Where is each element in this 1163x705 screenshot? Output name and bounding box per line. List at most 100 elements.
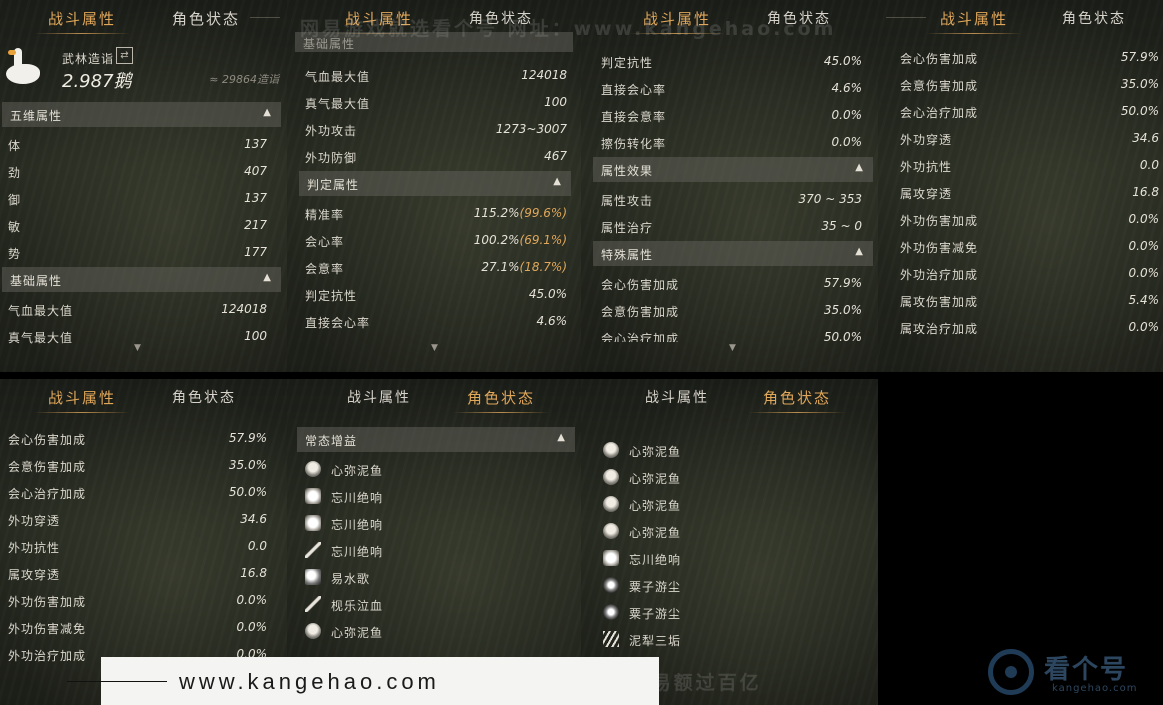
stat-label: 外功抗性 xyxy=(900,160,953,174)
section-normal-buffs[interactable]: 常态增益 ▲ xyxy=(297,427,575,452)
collapse-caret-icon[interactable]: ▲ xyxy=(263,272,271,283)
stat-label: 外功穿透 xyxy=(900,133,953,147)
site-url[interactable]: www.kangehao.com xyxy=(179,669,440,695)
stat-value: 0.0% xyxy=(1128,239,1160,253)
stat-label: 会心伤害加成 xyxy=(900,52,979,66)
tab-character-status[interactable]: 角色状态 xyxy=(172,8,240,29)
stat-row: 精准率 115.2%(99.6%) xyxy=(287,200,581,227)
stat-row: 会心伤害加成 57.9% xyxy=(0,425,287,452)
stat-label: 会意伤害加成 xyxy=(900,79,979,93)
stat-value: 57.9% xyxy=(1120,50,1159,64)
stat-value: 100 xyxy=(244,329,267,343)
section-attribute-effects[interactable]: 属性效果 ▲ xyxy=(593,157,873,182)
stat-label: 属攻治疗加成 xyxy=(900,322,979,336)
stat-row: 外功治疗加成 0.0% xyxy=(878,260,1163,287)
stat-row: 外功抗性 0.0 xyxy=(878,152,1163,179)
tab-combat-attributes[interactable]: 战斗属性 xyxy=(33,8,131,34)
eye-logo-icon xyxy=(988,649,1034,695)
tab-combat-attributes[interactable]: 战斗属性 xyxy=(347,387,411,407)
stat-value: 0.0 xyxy=(247,539,267,553)
stat-value: 124018 xyxy=(521,68,567,82)
tab-combat-attributes[interactable]: 战斗属性 xyxy=(645,387,709,407)
stat-value: 4.6% xyxy=(536,314,568,328)
stat-value: 0.0% xyxy=(831,135,863,149)
scroll-down-icon[interactable]: ▼ xyxy=(134,343,141,353)
stat-value-effective: (18.7%) xyxy=(519,260,567,274)
stat-row: 直接会心率 4.6% xyxy=(287,308,581,335)
stat-value-effective: (69.1%) xyxy=(519,233,567,247)
section-five-dimensions[interactable]: 五维属性 ▲ xyxy=(2,102,281,127)
switch-icon[interactable]: ⇄ xyxy=(116,47,133,64)
section-base-attributes[interactable]: 基础属性 ▲ xyxy=(2,267,281,292)
stat-label: 外功治疗加成 xyxy=(900,268,979,282)
stat-row: 势 177 xyxy=(0,239,287,266)
stats-panel-3: 战斗属性 角色状态 判定抗性 45.0% 直接会心率 4.6% 直接会意率 0.0% … xyxy=(581,0,878,372)
stat-label: 外功伤害减免 xyxy=(900,241,979,255)
stat-label: 属攻穿透 xyxy=(8,568,61,582)
tab-combat-attributes[interactable]: 战斗属性 xyxy=(33,387,131,413)
tab-character-status[interactable]: 角色状态 xyxy=(1062,8,1126,28)
collapse-caret-icon[interactable]: ▲ xyxy=(557,432,565,443)
collapse-caret-icon[interactable]: ▲ xyxy=(855,162,863,173)
collapse-caret-icon[interactable]: ▲ xyxy=(263,107,271,118)
section-title: 判定属性 xyxy=(307,178,360,192)
stat-row: 气血最大值 124018 xyxy=(0,296,287,323)
collapse-caret-icon[interactable]: ▲ xyxy=(553,176,561,187)
stat-label: 会意伤害加成 xyxy=(601,305,680,319)
eye-icon xyxy=(603,604,619,620)
stat-value: 0.0% xyxy=(1128,266,1160,280)
tab-character-status[interactable]: 角色状态 xyxy=(452,387,550,413)
tab-character-status[interactable]: 角色状态 xyxy=(748,387,846,413)
tab-divider xyxy=(886,17,926,18)
stat-label: 会心治疗加成 xyxy=(601,332,680,342)
buff-name: 粟子游尘 xyxy=(629,580,682,594)
stat-value: 137 xyxy=(244,191,267,205)
buff-name: 心弥泥鱼 xyxy=(629,499,682,513)
stat-label: 真气最大值 xyxy=(305,97,371,111)
stat-row: 直接会心率 4.6% xyxy=(581,75,878,102)
stat-label: 会心伤害加成 xyxy=(8,433,87,447)
stat-value: 50.0% xyxy=(1120,104,1159,118)
stat-value: 124018 xyxy=(221,302,267,316)
eye-icon xyxy=(603,577,619,593)
stat-row: 外功攻击 1273~3007 xyxy=(287,116,581,143)
stat-value: 467 xyxy=(544,149,567,163)
stat-value: 34.6 xyxy=(1132,131,1159,145)
stat-label: 会心治疗加成 xyxy=(900,106,979,120)
buff-name: 心弥泥鱼 xyxy=(629,526,682,540)
stat-row: 会意伤害加成 35.0% xyxy=(0,452,287,479)
stat-value: 34.6 xyxy=(240,512,267,526)
stat-value: 100 xyxy=(544,95,567,109)
stat-label: 外功攻击 xyxy=(305,124,358,138)
stat-label: 体 xyxy=(8,139,22,153)
tab-combat-attributes[interactable]: 战斗属性 xyxy=(925,8,1023,34)
stat-row: 会意伤害加成 35.0% xyxy=(878,71,1163,98)
stat-label: 会心率 xyxy=(305,235,345,249)
stat-label: 精准率 xyxy=(305,208,345,222)
skull-icon xyxy=(603,469,619,485)
tab-bar: 战斗属性 角色状态 xyxy=(0,0,287,38)
section-judgement-attributes[interactable]: 判定属性 ▲ xyxy=(299,171,571,196)
stat-label: 气血最大值 xyxy=(305,70,371,84)
collapse-caret-icon[interactable]: ▲ xyxy=(855,246,863,257)
stat-row: 属攻穿透 16.8 xyxy=(878,179,1163,206)
stat-value: 407 xyxy=(244,164,267,178)
stat-row: 判定抗性 45.0% xyxy=(581,48,878,75)
stat-value: 0.0% xyxy=(1128,212,1160,226)
stat-row: 外功穿透 34.6 xyxy=(878,125,1163,152)
section-special-attributes[interactable]: 特殊属性 ▲ xyxy=(593,241,873,266)
stat-row: 敏 217 xyxy=(0,212,287,239)
stat-value: 35.0% xyxy=(228,458,267,472)
stat-label: 外功穿透 xyxy=(8,514,61,528)
tab-character-status[interactable]: 角色状态 xyxy=(172,387,236,407)
section-title: 基础属性 xyxy=(10,274,63,288)
scroll-down-icon[interactable]: ▼ xyxy=(729,343,736,353)
buff-name: 枧乐泣血 xyxy=(331,599,384,613)
cultivation-approx: ≈ 29864造诣 xyxy=(209,73,279,86)
watermark-top: 网易游戏就选看个号 网址：www.kangehao.com xyxy=(300,18,837,40)
buff-name: 心弥泥鱼 xyxy=(331,464,384,478)
stats-panel-4: 战斗属性 角色状态 会心伤害加成 57.9% 会意伤害加成 35.0% 会心治疗加成… xyxy=(878,0,1163,372)
scroll-down-icon[interactable]: ▼ xyxy=(431,343,438,353)
buff-name: 泥犁三垢 xyxy=(629,634,682,648)
buff-name: 易水歌 xyxy=(331,572,371,586)
